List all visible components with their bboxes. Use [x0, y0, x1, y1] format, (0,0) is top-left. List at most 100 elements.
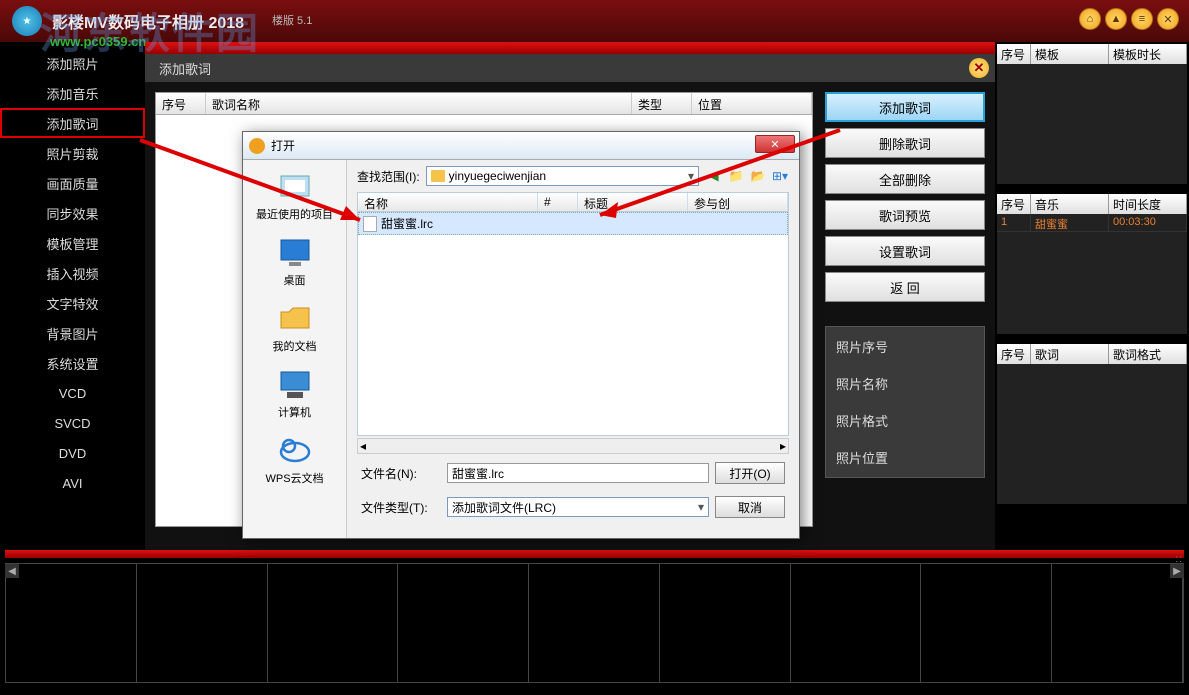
- t2-h1[interactable]: 序号: [997, 194, 1031, 214]
- view-icon[interactable]: ⊞▾: [771, 167, 789, 185]
- file-name: 甜蜜蜜.lrc: [381, 215, 433, 232]
- frame-slot[interactable]: [921, 564, 1052, 682]
- template-table: 序号 模板 模板时长: [997, 44, 1187, 184]
- sidebar-item-svcd[interactable]: SVCD: [0, 408, 145, 438]
- frame-slot[interactable]: [791, 564, 922, 682]
- sidebar-item-avi[interactable]: AVI: [0, 468, 145, 498]
- col-title[interactable]: 标题: [578, 193, 688, 211]
- col-name[interactable]: 歌词名称: [206, 93, 632, 114]
- dialog-titlebar[interactable]: 打开 ✕: [243, 132, 799, 160]
- sidebar-item-settings[interactable]: 系统设置: [0, 348, 145, 378]
- t1-h2[interactable]: 模板: [1031, 44, 1109, 64]
- music-row[interactable]: 1 甜蜜蜜 00:03:30: [997, 214, 1187, 232]
- delete-all-button[interactable]: 全部删除: [825, 164, 985, 194]
- place-wps[interactable]: WPS云文档: [265, 432, 323, 486]
- filename-input[interactable]: [447, 463, 709, 483]
- horizontal-scrollbar[interactable]: ◂▸: [357, 438, 789, 454]
- col-pos[interactable]: 位置: [692, 93, 812, 114]
- titlebar: ★ 影楼MV数码电子相册 2018 楼版 5.1 ⌂ ▲ ≡ ✕: [0, 0, 1189, 42]
- open-button[interactable]: 打开(O): [715, 462, 785, 484]
- sidebar-item-bg-image[interactable]: 背景图片: [0, 318, 145, 348]
- filetype-label: 文件类型(T):: [361, 499, 441, 516]
- preview-lyrics-button[interactable]: 歌词预览: [825, 200, 985, 230]
- sidebar-item-template[interactable]: 模板管理: [0, 228, 145, 258]
- sidebar: 添加照片 添加音乐 添加歌词 照片剪裁 画面质量 同步效果 模板管理 插入视频 …: [0, 42, 145, 550]
- col-num[interactable]: #: [538, 193, 578, 211]
- frame-slot[interactable]: [268, 564, 399, 682]
- photo-info-panel: 照片序号 照片名称 照片格式 照片位置: [825, 326, 985, 478]
- sidebar-item-crop[interactable]: 照片剪裁: [0, 138, 145, 168]
- col-filename[interactable]: 名称: [358, 193, 538, 211]
- lookin-label: 查找范围(I):: [357, 168, 420, 185]
- tab-title: 添加歌词: [159, 59, 211, 78]
- dialog-icon: [249, 138, 265, 154]
- new-folder-icon[interactable]: 📂: [749, 167, 767, 185]
- back-icon[interactable]: ◀: [705, 167, 723, 185]
- photo-name-label: 照片名称: [836, 374, 974, 393]
- file-row-selected[interactable]: 甜蜜蜜.lrc: [358, 212, 788, 235]
- frame-slot[interactable]: [1052, 564, 1183, 682]
- sidebar-item-sync[interactable]: 同步效果: [0, 198, 145, 228]
- version-label: 楼版 5.1: [272, 12, 312, 28]
- t2-h2[interactable]: 音乐: [1031, 194, 1109, 214]
- file-open-dialog: 打开 ✕ 最近使用的项目 桌面 我的文档 计算机 WPS云文档: [242, 131, 800, 539]
- title-up-icon[interactable]: ▲: [1105, 8, 1127, 30]
- col-type[interactable]: 类型: [632, 93, 692, 114]
- sidebar-item-add-lyrics[interactable]: 添加歌词: [0, 108, 145, 138]
- set-lyrics-button[interactable]: 设置歌词: [825, 236, 985, 266]
- folder-small-icon: [431, 170, 445, 182]
- col-seq[interactable]: 序号: [156, 93, 206, 114]
- back-button[interactable]: 返 回: [825, 272, 985, 302]
- t2-h3[interactable]: 时间长度: [1109, 194, 1187, 214]
- sidebar-item-dvd[interactable]: DVD: [0, 438, 145, 468]
- sidebar-item-add-photo[interactable]: 添加照片: [0, 48, 145, 78]
- photo-seq-label: 照片序号: [836, 337, 974, 356]
- filetype-dropdown[interactable]: 添加歌词文件(LRC): [447, 497, 709, 517]
- place-desktop[interactable]: 桌面: [277, 234, 313, 288]
- computer-icon: [277, 366, 313, 402]
- delete-lyrics-button[interactable]: 删除歌词: [825, 128, 985, 158]
- t3-h3[interactable]: 歌词格式: [1109, 344, 1187, 364]
- photo-pos-label: 照片位置: [836, 448, 974, 467]
- places-bar: 最近使用的项目 桌面 我的文档 计算机 WPS云文档: [243, 160, 347, 538]
- music-row-no: 1: [997, 214, 1031, 231]
- accent-bar-top: [145, 42, 995, 54]
- frame-slot[interactable]: [529, 564, 660, 682]
- place-computer[interactable]: 计算机: [277, 366, 313, 420]
- up-icon[interactable]: 📁: [727, 167, 745, 185]
- sidebar-item-insert-video[interactable]: 插入视频: [0, 258, 145, 288]
- lookin-dropdown[interactable]: yinyuegeciwenjian: [426, 166, 699, 186]
- sidebar-item-quality[interactable]: 画面质量: [0, 168, 145, 198]
- file-list-header: 名称 # 标题 参与创: [357, 192, 789, 212]
- filmstrip-next-icon[interactable]: ▶: [1170, 564, 1184, 578]
- frame-slot[interactable]: [137, 564, 268, 682]
- title-close-icon[interactable]: ✕: [1157, 8, 1179, 30]
- t3-h2[interactable]: 歌词: [1031, 344, 1109, 364]
- place-recent[interactable]: 最近使用的项目: [256, 168, 333, 222]
- t1-h1[interactable]: 序号: [997, 44, 1031, 64]
- tab-close-icon[interactable]: ✕: [969, 58, 989, 78]
- file-list[interactable]: 甜蜜蜜.lrc: [357, 212, 789, 436]
- place-documents[interactable]: 我的文档: [273, 300, 317, 354]
- dialog-close-button[interactable]: ✕: [755, 135, 795, 153]
- title-home-icon[interactable]: ⌂: [1079, 8, 1101, 30]
- t3-h1[interactable]: 序号: [997, 344, 1031, 364]
- col-artists[interactable]: 参与创: [688, 193, 788, 211]
- lyrics-table: 序号 歌词 歌词格式: [997, 344, 1187, 504]
- music-row-name: 甜蜜蜜: [1031, 214, 1109, 231]
- sidebar-item-vcd[interactable]: VCD: [0, 378, 145, 408]
- desktop-icon: [277, 234, 313, 270]
- frame-slot[interactable]: [6, 564, 137, 682]
- sidebar-item-text-fx[interactable]: 文字特效: [0, 288, 145, 318]
- frame-slot[interactable]: [660, 564, 791, 682]
- filmstrip-prev-icon[interactable]: ◀: [5, 564, 19, 578]
- music-row-dur: 00:03:30: [1109, 214, 1187, 231]
- t1-h3[interactable]: 模板时长: [1109, 44, 1187, 64]
- add-lyrics-button[interactable]: 添加歌词: [825, 92, 985, 122]
- list-header: 序号 歌词名称 类型 位置: [156, 93, 812, 115]
- cancel-button[interactable]: 取消: [715, 496, 785, 518]
- frame-slot[interactable]: [398, 564, 529, 682]
- app-title: 影楼MV数码电子相册 2018: [52, 9, 244, 33]
- sidebar-item-add-music[interactable]: 添加音乐: [0, 78, 145, 108]
- title-menu-icon[interactable]: ≡: [1131, 8, 1153, 30]
